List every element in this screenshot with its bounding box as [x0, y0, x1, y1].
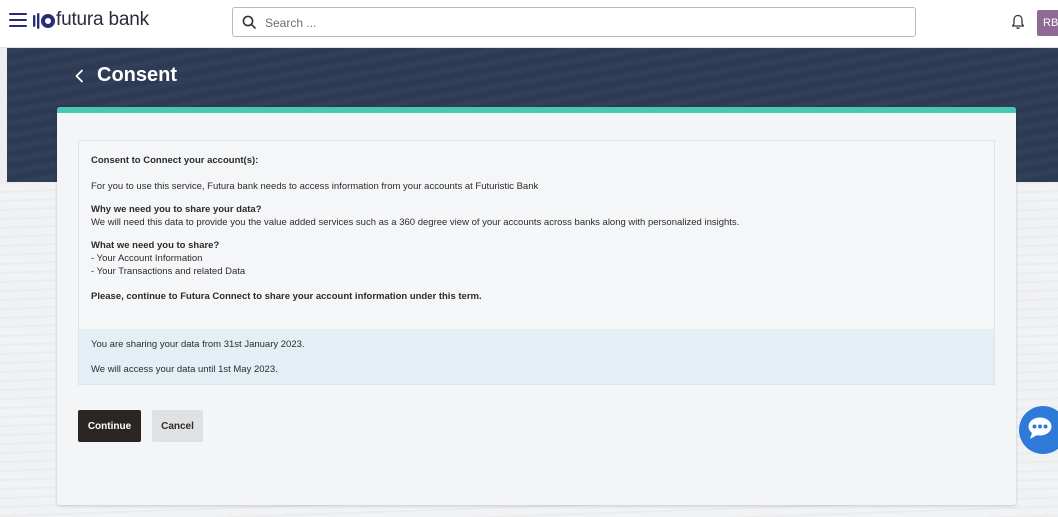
- consent-details: Consent to Connect your account(s): For …: [78, 140, 995, 385]
- consent-intro: For you to use this service, Futura bank…: [91, 181, 539, 192]
- page-title: Consent: [97, 64, 177, 86]
- data-period-band: You are sharing your data from 31st Janu…: [79, 329, 994, 384]
- hamburger-menu-icon[interactable]: [9, 13, 27, 27]
- search-icon: [242, 15, 256, 29]
- search-input[interactable]: [263, 8, 907, 38]
- access-until-text: We will access your data until 1st May 2…: [91, 364, 278, 375]
- why-text: We will need this data to provide you th…: [91, 217, 740, 228]
- card-accent-bar: [57, 107, 1016, 113]
- share-item: - Your Transactions and related Data: [91, 266, 246, 277]
- consent-heading: Consent to Connect your account(s):: [91, 155, 259, 166]
- what-heading: What we need you to share?: [91, 240, 220, 251]
- closing-note: Please, continue to Futura Connect to sh…: [91, 291, 482, 302]
- avatar[interactable]: RB: [1037, 10, 1058, 36]
- cancel-button[interactable]: Cancel: [152, 410, 203, 442]
- continue-button[interactable]: Continue: [78, 410, 141, 442]
- why-heading: Why we need you to share your data?: [91, 204, 262, 215]
- search-box[interactable]: [232, 7, 916, 38]
- brand-name: futura bank: [56, 9, 149, 30]
- chat-bubble-icon: [1028, 417, 1052, 439]
- chevron-left-icon[interactable]: [74, 69, 84, 83]
- futura-bank-logo-icon: [33, 13, 55, 29]
- sharing-from-text: You are sharing your data from 31st Janu…: [91, 339, 305, 350]
- share-item: - Your Account Information: [91, 253, 203, 264]
- bell-icon[interactable]: [1011, 14, 1025, 30]
- top-bar: futura bank RB: [0, 0, 1058, 48]
- consent-card: Consent to Connect your account(s): For …: [57, 107, 1016, 505]
